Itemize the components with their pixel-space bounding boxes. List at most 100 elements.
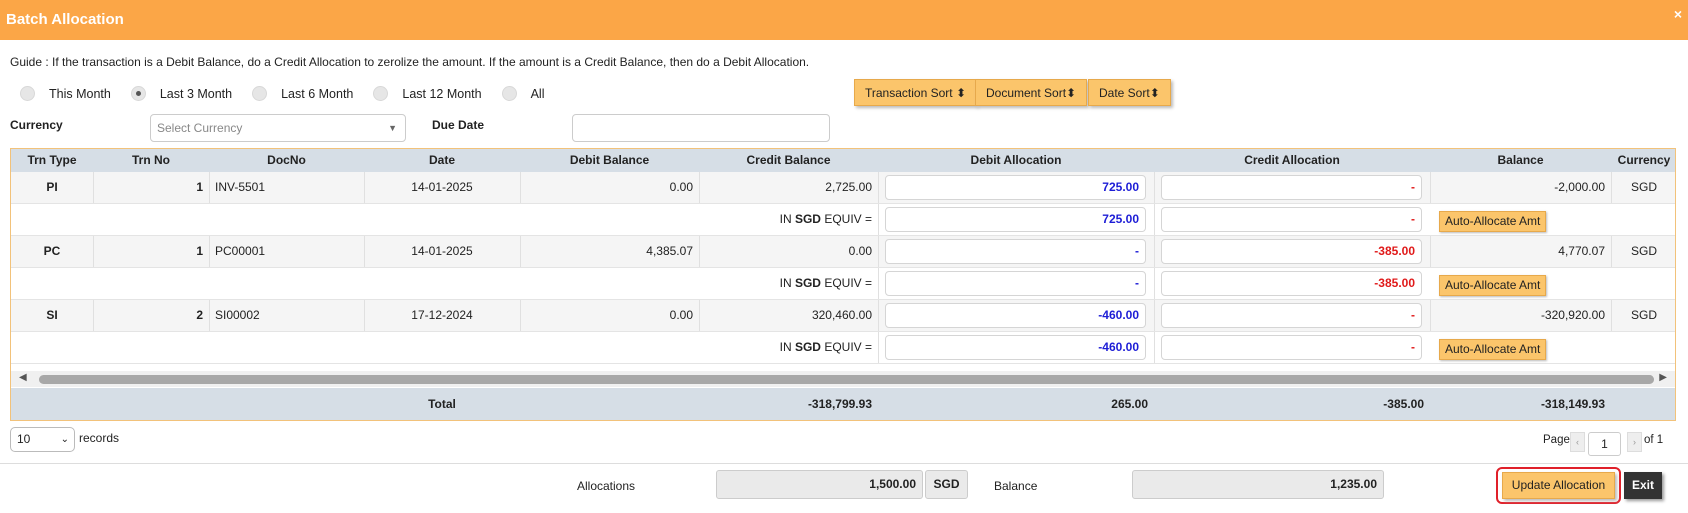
cell-currency: SGD: [1630, 308, 1657, 322]
scroll-right-icon[interactable]: ▶: [1659, 372, 1667, 383]
cell-credit-balance: 2,725.00: [825, 180, 872, 194]
equiv-credit-input[interactable]: -: [1161, 207, 1422, 232]
allocations-value: 1,500.00: [716, 470, 923, 499]
radio-dot: [373, 86, 389, 101]
header-date[interactable]: Date: [364, 149, 520, 172]
table-row: SI 2 SI00002 17-12-2024 0.00 320,460.00 …: [11, 300, 1675, 332]
cell-date: 14-01-2025: [411, 180, 473, 194]
equiv-debit-input[interactable]: -: [885, 271, 1146, 296]
table-row: PC 1 PC00001 14-01-2025 4,385.07 0.00 - …: [11, 236, 1675, 268]
credit-allocation-input[interactable]: -385.00: [1161, 239, 1422, 264]
cell-doc-no: INV-5501: [215, 180, 266, 194]
radio-dot: [501, 86, 517, 101]
radio-last-12-month[interactable]: Last 12 Month: [373, 86, 482, 101]
horizontal-scrollbar[interactable]: ◀ ▶: [11, 371, 1675, 387]
period-radio-group: This Month Last 3 Month Last 6 Month Las…: [20, 86, 565, 101]
radio-last-3-month[interactable]: Last 3 Month: [130, 86, 233, 101]
allocations-label: Allocations: [577, 479, 636, 493]
page-label: Page: [1543, 434, 1570, 446]
header-trn-type[interactable]: Trn Type: [11, 149, 93, 172]
radio-label: All: [530, 86, 545, 101]
radio-last-6-month[interactable]: Last 6 Month: [252, 86, 353, 101]
sort-icon: ⬍: [1149, 86, 1160, 100]
table-row: PI 1 INV-5501 14-01-2025 0.00 2,725.00 7…: [11, 172, 1675, 204]
cell-credit-balance: 320,460.00: [811, 308, 872, 322]
date-sort-button[interactable]: Date Sort⬍: [1088, 79, 1171, 106]
header-credit-allocation[interactable]: Credit Allocation: [1154, 149, 1430, 172]
button-label: Date Sort: [1099, 86, 1150, 100]
debit-allocation-input[interactable]: -: [885, 239, 1146, 264]
next-page-button[interactable]: ›: [1627, 432, 1642, 452]
scrollbar-thumb[interactable]: [39, 375, 1654, 384]
total-credit-balance: -318,799.93: [807, 397, 872, 411]
equiv-credit-input[interactable]: -: [1161, 335, 1422, 360]
header-debit-balance[interactable]: Debit Balance: [520, 149, 699, 172]
credit-allocation-input[interactable]: -: [1161, 303, 1422, 328]
exit-button[interactable]: Exit: [1624, 472, 1662, 499]
total-row: Total -318,799.93 265.00 -385.00 -318,14…: [11, 388, 1675, 420]
transaction-sort-button[interactable]: Transaction Sort ⬍: [854, 79, 977, 106]
cell-credit-balance: 0.00: [848, 244, 872, 258]
cell-trn-type: PI: [46, 180, 58, 194]
title-bar: Batch Allocation ×: [0, 0, 1688, 40]
table-row-equiv: IN SGD EQUIV = - -385.00 Auto-Allocate A…: [11, 268, 1675, 300]
guide-text: Guide : If the transaction is a Debit Ba…: [10, 55, 810, 69]
credit-allocation-input[interactable]: -: [1161, 175, 1422, 200]
footer-balance-label: Balance: [994, 479, 1038, 493]
radio-dot: [20, 86, 35, 101]
currency-placeholder: Select Currency: [157, 121, 243, 135]
page-size-value: 10: [17, 432, 31, 446]
currency-select[interactable]: Select Currency ▼: [150, 114, 406, 142]
radio-label: Last 3 Month: [159, 86, 233, 101]
header-doc-no[interactable]: DocNo: [209, 149, 364, 172]
due-date-input[interactable]: [572, 114, 830, 142]
table-header: Trn Type Trn No DocNo Date Debit Balance…: [11, 149, 1675, 172]
cell-currency: SGD: [1630, 244, 1657, 258]
equiv-label: IN SGD EQUIV =: [779, 276, 872, 290]
cell-trn-no: 2: [196, 308, 203, 322]
header-balance[interactable]: Balance: [1430, 149, 1611, 172]
radio-label: This Month: [49, 86, 111, 101]
cell-debit-balance: 0.00: [669, 180, 693, 194]
cell-balance: -320,920.00: [1540, 308, 1605, 322]
table-row-equiv: IN SGD EQUIV = -460.00 - Auto-Allocate A…: [11, 332, 1675, 364]
header-credit-balance[interactable]: Credit Balance: [699, 149, 878, 172]
auto-allocate-button[interactable]: Auto-Allocate Amt: [1439, 211, 1547, 232]
sort-icon: ⬍: [955, 86, 966, 100]
update-allocation-button[interactable]: Update Allocation: [1502, 472, 1615, 499]
total-debit-allocation: 265.00: [1111, 397, 1148, 411]
radio-dot-checked: [130, 86, 146, 101]
scroll-left-icon[interactable]: ◀: [19, 372, 27, 383]
cell-debit-balance: 4,385.07: [646, 244, 693, 258]
cell-trn-type: SI: [46, 308, 58, 322]
page-number-input[interactable]: 1: [1588, 432, 1621, 456]
debit-allocation-input[interactable]: -460.00: [885, 303, 1146, 328]
close-icon[interactable]: ×: [1674, 6, 1682, 22]
header-trn-no[interactable]: Trn No: [93, 149, 209, 172]
prev-page-button[interactable]: ‹: [1570, 432, 1585, 452]
equiv-label: IN SGD EQUIV =: [779, 340, 872, 354]
header-debit-allocation[interactable]: Debit Allocation: [878, 149, 1154, 172]
page-of-label: of 1: [1644, 434, 1664, 446]
radio-this-month[interactable]: This Month: [20, 86, 111, 101]
equiv-credit-input[interactable]: -385.00: [1161, 271, 1422, 296]
auto-allocate-button[interactable]: Auto-Allocate Amt: [1439, 339, 1547, 360]
total-label: Total: [428, 397, 456, 411]
page-size-select[interactable]: 10 ⌄: [10, 427, 75, 452]
cell-trn-no: 1: [196, 180, 203, 194]
equiv-debit-input[interactable]: -460.00: [885, 335, 1146, 360]
records-label: records: [79, 431, 120, 445]
footer-divider: [0, 463, 1688, 464]
cell-debit-balance: 0.00: [669, 308, 693, 322]
allocations-currency: SGD: [925, 470, 968, 499]
auto-allocate-button[interactable]: Auto-Allocate Amt: [1439, 275, 1547, 296]
debit-allocation-input[interactable]: 725.00: [885, 175, 1146, 200]
document-sort-button[interactable]: Document Sort⬍: [975, 79, 1088, 106]
currency-label: Currency: [10, 118, 63, 132]
equiv-label: IN SGD EQUIV =: [779, 212, 872, 226]
equiv-debit-input[interactable]: 725.00: [885, 207, 1146, 232]
button-label: Document Sort: [986, 86, 1067, 100]
update-allocation-highlight: Update Allocation: [1496, 467, 1621, 504]
header-currency[interactable]: Currency: [1611, 149, 1675, 172]
radio-all[interactable]: All: [501, 86, 545, 101]
